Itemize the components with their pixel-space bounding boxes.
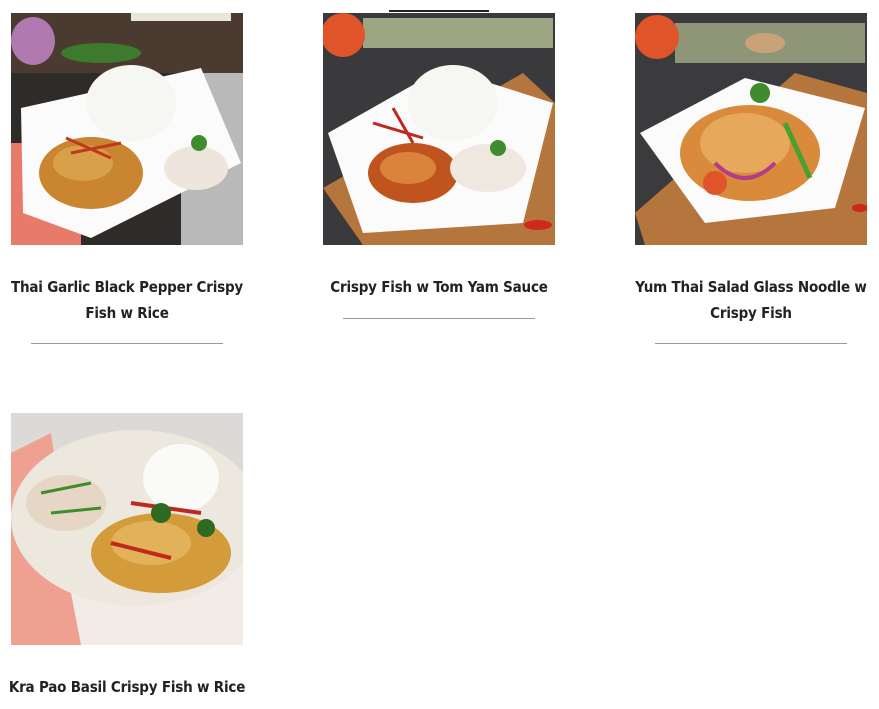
menu-item-title[interactable]: Yum Thai Salad Glass Noodle w Crispy Fis… [627, 274, 875, 326]
dish-photo-garlic-pepper-fish[interactable] [11, 13, 243, 245]
menu-item-title[interactable]: Thai Garlic Black Pepper Crispy Fish w R… [3, 274, 251, 326]
dish-photo-yum-thai-salad[interactable] [635, 13, 867, 245]
title-divider [655, 343, 847, 344]
title-divider [343, 318, 535, 319]
menu-item-title[interactable]: Crispy Fish w Tom Yam Sauce [315, 274, 563, 300]
dish-photo-tom-yam-fish[interactable] [323, 13, 555, 245]
title-divider [31, 343, 223, 344]
dish-photo-kra-pao-basil[interactable] [11, 413, 243, 645]
active-tab-indicator [389, 10, 489, 12]
menu-item-title[interactable]: Kra Pao Basil Crispy Fish w Rice [3, 674, 251, 700]
